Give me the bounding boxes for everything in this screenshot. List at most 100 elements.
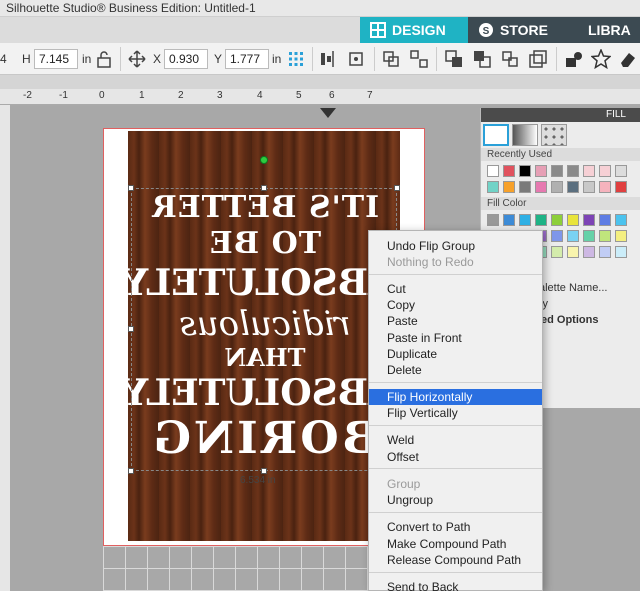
color-swatch[interactable] [599, 181, 611, 193]
page-indicator-arrow [320, 108, 336, 118]
lock-icon[interactable] [94, 49, 114, 69]
shapes-icon[interactable] [564, 49, 584, 69]
tab-store[interactable]: S STORE [468, 17, 572, 43]
color-swatch[interactable] [583, 165, 595, 177]
color-swatch[interactable] [519, 165, 531, 177]
color-swatch[interactable] [503, 214, 515, 226]
menu-item-duplicate[interactable]: Duplicate [369, 346, 542, 362]
color-swatch[interactable] [615, 214, 627, 226]
color-swatch[interactable] [567, 181, 579, 193]
color-swatch[interactable] [535, 214, 547, 226]
color-swatch[interactable] [599, 230, 611, 242]
tab-library[interactable]: LIBRA [572, 17, 640, 43]
color-swatch[interactable] [567, 165, 579, 177]
menu-item-release-compound-path[interactable]: Release Compound Path [369, 552, 542, 568]
color-swatch[interactable] [519, 181, 531, 193]
menu-item-paste[interactable]: Paste [369, 313, 542, 329]
menu-item-offset[interactable]: Offset [369, 449, 542, 465]
color-swatch[interactable] [535, 181, 547, 193]
menu-item-ungroup[interactable]: Ungroup [369, 492, 542, 508]
x-input[interactable] [164, 49, 208, 69]
resize-handle[interactable] [128, 326, 134, 332]
color-swatch[interactable] [615, 246, 627, 258]
menu-item-delete[interactable]: Delete [369, 362, 542, 378]
menu-item-weld[interactable]: Weld [369, 432, 542, 448]
reference-point-icon[interactable] [286, 49, 306, 69]
menu-item-convert-to-path[interactable]: Convert to Path [369, 519, 542, 535]
color-swatch[interactable] [519, 214, 531, 226]
x-label: X [153, 52, 162, 66]
color-swatch[interactable] [551, 214, 563, 226]
color-swatch[interactable] [551, 181, 563, 193]
menu-item-flip-vertically[interactable]: Flip Vertically [369, 405, 542, 421]
move-icon[interactable] [127, 49, 147, 69]
color-swatch[interactable] [567, 246, 579, 258]
color-swatch[interactable] [599, 246, 611, 258]
menu-item-flip-horizontally[interactable]: Flip Horizontally [369, 389, 542, 405]
eraser-icon[interactable] [618, 49, 638, 69]
svg-text:S: S [483, 26, 490, 37]
color-swatch[interactable] [551, 246, 563, 258]
height-input[interactable] [34, 49, 78, 69]
store-icon: S [479, 23, 493, 37]
width-dimension-label: 6.534 in [240, 475, 276, 486]
color-swatch[interactable] [535, 165, 547, 177]
send-to-back-icon[interactable] [528, 49, 548, 69]
group-icon[interactable] [381, 49, 401, 69]
pattern-fill-mode[interactable] [541, 124, 567, 146]
menu-item-cut[interactable]: Cut [369, 281, 542, 297]
color-swatch[interactable] [487, 181, 499, 193]
menu-item-make-compound-path[interactable]: Make Compound Path [369, 536, 542, 552]
color-swatch[interactable] [583, 214, 595, 226]
selection-box [131, 188, 397, 471]
title-bar: Silhouette Studio® Business Edition: Unt… [0, 0, 640, 17]
bring-to-front-icon[interactable] [500, 49, 520, 69]
color-swatch[interactable] [487, 165, 499, 177]
color-swatch[interactable] [503, 181, 515, 193]
color-swatch[interactable] [583, 181, 595, 193]
resize-handle[interactable] [394, 185, 400, 191]
color-swatch[interactable] [503, 165, 515, 177]
fill-panel-header: FILL [481, 108, 640, 122]
y-unit: in [272, 52, 282, 66]
y-label: Y [214, 52, 223, 66]
color-swatch[interactable] [551, 165, 563, 177]
color-swatch[interactable] [551, 230, 563, 242]
height-unit: in [82, 52, 92, 66]
height-label: H [22, 52, 31, 66]
y-input[interactable] [225, 49, 269, 69]
menu-item-copy[interactable]: Copy [369, 297, 542, 313]
width-value-partial: 4 [0, 52, 7, 66]
color-swatch[interactable] [615, 165, 627, 177]
send-backward-icon[interactable] [472, 49, 492, 69]
menu-item-send-to-back[interactable]: Send to Back [369, 579, 542, 591]
star-icon[interactable] [591, 49, 611, 69]
color-swatch[interactable] [567, 214, 579, 226]
ruler-number: 2 [178, 90, 184, 101]
resize-handle[interactable] [261, 185, 267, 191]
menu-item-paste-in-front[interactable]: Paste in Front [369, 330, 542, 346]
color-swatch[interactable] [487, 214, 499, 226]
color-swatch[interactable] [615, 230, 627, 242]
color-swatch[interactable] [583, 230, 595, 242]
align-icon[interactable] [318, 49, 338, 69]
tab-design[interactable]: DESIGN [360, 17, 468, 43]
tab-bar: DESIGN S STORE LIBRA [0, 17, 640, 43]
transform-toolbar: 4 H in X Y in [0, 43, 640, 75]
color-swatch[interactable] [599, 165, 611, 177]
resize-handle[interactable] [128, 468, 134, 474]
color-swatch[interactable] [583, 246, 595, 258]
color-swatch[interactable] [599, 214, 611, 226]
solid-fill-mode[interactable] [483, 124, 509, 146]
ungroup-icon[interactable] [409, 49, 429, 69]
rotate-handle[interactable] [260, 156, 268, 164]
bring-forward-icon[interactable] [444, 49, 464, 69]
resize-handle[interactable] [128, 185, 134, 191]
ruler-number: 1 [139, 90, 145, 101]
menu-item-undo-flip-group[interactable]: Undo Flip Group [369, 238, 542, 254]
resize-handle[interactable] [261, 468, 267, 474]
gradient-fill-mode[interactable] [512, 124, 538, 146]
color-swatch[interactable] [615, 181, 627, 193]
center-icon[interactable] [346, 49, 366, 69]
color-swatch[interactable] [567, 230, 579, 242]
